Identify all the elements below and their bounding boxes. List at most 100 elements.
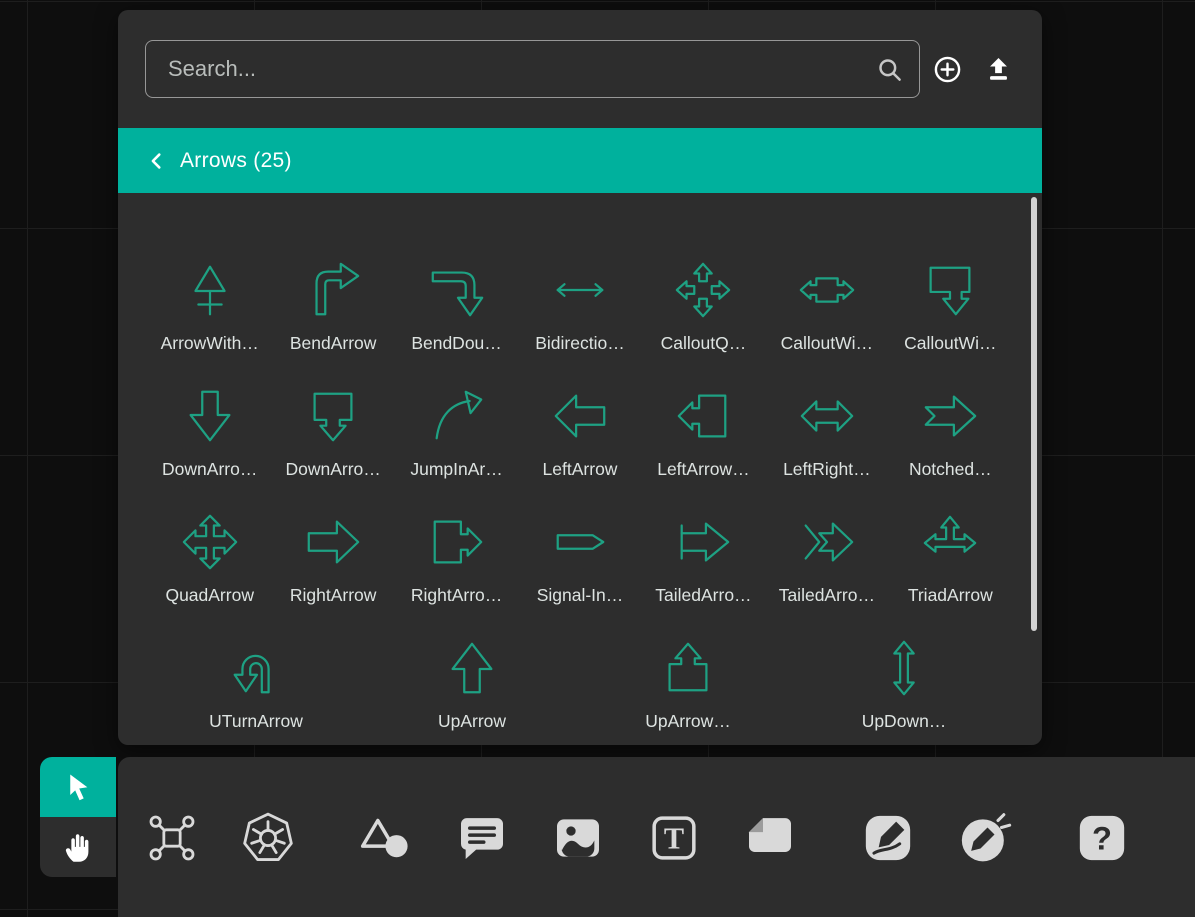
shape-item-bend-arrow[interactable]: BendArrow [271,257,394,383]
tool-select-button[interactable] [40,757,116,817]
toolbar-groups: T? [118,757,1195,866]
search-box [145,40,920,98]
shape-item-notched-right-arrow[interactable]: Notched… [889,383,1012,509]
toolbar-group [144,810,296,866]
shape-item-down-arrow[interactable]: DownArro… [148,383,271,509]
callout-down-arrow-icon [919,259,981,321]
chevron-left-icon [146,150,168,172]
up-arrow-callout-icon [657,637,719,699]
shape-label: UpArrow [438,711,506,732]
shape-row: DownArro… DownArro… JumpInAr… LeftArrow Left… [148,383,1012,509]
shape-item-tailed-arrow[interactable]: TailedArro… [642,509,765,635]
signal-in-icon [549,511,611,573]
sticky-note-icon [742,810,798,866]
svg-text:T: T [664,822,684,856]
right-arrow-icon [302,511,364,573]
shape-item-left-arrow[interactable]: LeftArrow [518,383,641,509]
shape-row: ArrowWith… BendArrow BendDou… Bidirectio… Ca… [148,257,1012,383]
bidirectional-arrow-icon [549,259,611,321]
left-right-arrow-icon [796,385,858,447]
tool-pan-button[interactable] [40,817,116,877]
draw-icon [956,810,1012,866]
shape-item-u-turn-arrow[interactable]: UTurnArrow [148,635,364,745]
up-down-arrow-icon [873,637,935,699]
cursor-icon [62,771,95,804]
toolbar-button-image[interactable] [550,810,606,866]
tailed-arrow-2-icon [796,511,858,573]
shape-item-signal-in[interactable]: Signal-In… [518,509,641,635]
toolbar-button-comment[interactable] [454,810,510,866]
shape-row: UTurnArrow UpArrow UpArrow… UpDown… [148,635,1012,745]
tool-selector [40,757,116,877]
comment-icon [454,810,510,866]
upload-icon [984,55,1013,84]
shape-label: DownArro… [285,459,380,480]
shape-label: BendDou… [411,333,501,354]
arrow-with-tail-icon [179,259,241,321]
shape-label: TailedArro… [779,585,875,606]
shape-picker-panel: Arrows (25) ArrowWith… BendArrow BendDou… B… [118,10,1042,745]
shape-item-callout-down-arrow[interactable]: CalloutWi… [889,257,1012,383]
shape-item-triad-arrow[interactable]: TriadArrow [889,509,1012,635]
toolbar-button-draw[interactable] [956,810,1012,866]
shape-label: LeftArrow [543,459,618,480]
toolbar-button-text[interactable]: T [646,810,702,866]
triad-arrow-icon [919,511,981,573]
shape-item-callout-quad-arrow[interactable]: CalloutQ… [642,257,765,383]
toolbar-button-pen[interactable] [860,810,916,866]
shape-item-jump-in-arrow[interactable]: JumpInAr… [395,383,518,509]
shape-label: Signal-In… [537,585,624,606]
search-input[interactable] [166,55,876,83]
shape-item-right-arrow[interactable]: RightArrow [271,509,394,635]
notched-right-arrow-icon [919,385,981,447]
toolbar-button-help[interactable]: ? [1074,810,1130,866]
category-title: Arrows (25) [180,149,292,173]
shape-label: CalloutWi… [781,333,873,354]
shape-label: UpDown… [862,711,947,732]
toolbar-button-flow-diagram[interactable] [144,810,200,866]
shape-label: BendArrow [290,333,377,354]
shape-item-up-down-arrow[interactable]: UpDown… [796,635,1012,745]
add-circle-icon [933,55,962,84]
shape-label: TriadArrow [908,585,993,606]
shape-label: RightArrow [290,585,377,606]
shape-label: UpArrow… [645,711,731,732]
shape-label: UTurnArrow [209,711,303,732]
shape-item-left-right-arrow[interactable]: LeftRight… [765,383,888,509]
add-shape-button[interactable] [923,45,971,93]
upload-button[interactable] [974,45,1022,93]
shape-item-arrow-with-tail[interactable]: ArrowWith… [148,257,271,383]
svg-text:?: ? [1092,820,1112,857]
shape-label: Bidirectio… [535,333,624,354]
shape-item-up-arrow[interactable]: UpArrow [364,635,580,745]
shape-label: ArrowWith… [161,333,259,354]
left-arrow-callout-icon [672,385,734,447]
shape-item-right-arrow-callout[interactable]: RightArro… [395,509,518,635]
bend-arrow-icon [302,259,364,321]
shape-item-up-arrow-callout[interactable]: UpArrow… [580,635,796,745]
shape-item-bend-double-arrow[interactable]: BendDou… [395,257,518,383]
shape-item-callout-left-right-arrow[interactable]: CalloutWi… [765,257,888,383]
callout-left-right-arrow-icon [796,259,858,321]
scrollbar-thumb[interactable] [1031,197,1037,631]
text-icon: T [646,810,702,866]
u-turn-arrow-icon [225,637,287,699]
shape-item-bidirectional-arrow[interactable]: Bidirectio… [518,257,641,383]
toolbar-button-kubernetes[interactable] [240,810,296,866]
shape-item-down-arrow-callout[interactable]: DownArro… [271,383,394,509]
kubernetes-icon [240,810,296,866]
shape-item-quad-arrow[interactable]: QuadArrow [148,509,271,635]
shape-label: Notched… [909,459,992,480]
back-button[interactable] [146,150,168,172]
up-arrow-icon [441,637,503,699]
search-row [118,10,1042,98]
shape-item-left-arrow-callout[interactable]: LeftArrow… [642,383,765,509]
toolbar-group: ? [1074,810,1130,866]
image-icon [550,810,606,866]
toolbar: T? [118,757,1195,917]
shape-label: DownArro… [162,459,257,480]
toolbar-button-sticky-note[interactable] [742,810,798,866]
shape-item-tailed-arrow-2[interactable]: TailedArro… [765,509,888,635]
bend-double-arrow-icon [426,259,488,321]
toolbar-button-shapes[interactable] [358,810,414,866]
